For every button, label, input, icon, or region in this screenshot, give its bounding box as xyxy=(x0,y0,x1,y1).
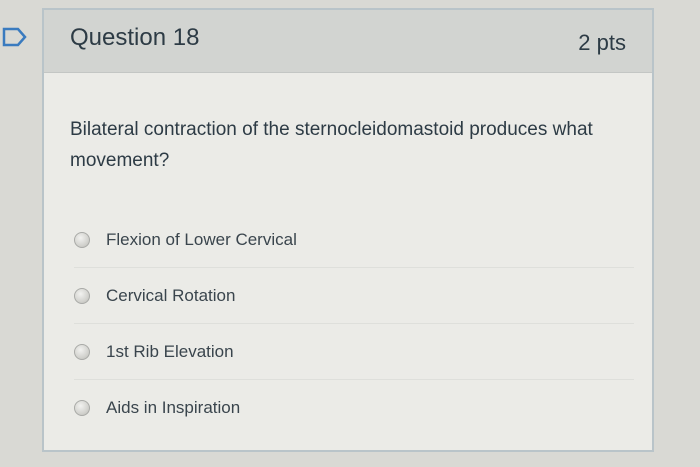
radio-button-icon[interactable] xyxy=(74,231,90,248)
radio-button-icon[interactable] xyxy=(74,399,90,416)
bookmark-flag-icon[interactable] xyxy=(0,26,30,48)
question-card: Question 18 2 pts Bilateral contraction … xyxy=(42,8,654,452)
answer-label: Aids in Inspiration xyxy=(106,397,241,417)
answer-option-1[interactable]: Flexion of Lower Cervical xyxy=(74,212,634,267)
answer-option-3[interactable]: 1st Rib Elevation xyxy=(74,323,634,379)
radio-button-icon[interactable] xyxy=(74,343,90,360)
answer-option-2[interactable]: Cervical Rotation xyxy=(74,267,634,323)
answer-label: Flexion of Lower Cervical xyxy=(106,229,297,249)
answer-list: Flexion of Lower Cervical Cervical Rotat… xyxy=(74,212,634,435)
radio-button-icon[interactable] xyxy=(74,287,90,304)
answer-label: Cervical Rotation xyxy=(106,285,236,305)
question-title: Question 18 xyxy=(70,24,200,51)
question-text: Bilateral contraction of the sternocleid… xyxy=(70,119,593,171)
question-points: 2 pts xyxy=(578,30,626,55)
question-header: Question 18 2 pts xyxy=(44,10,652,73)
answer-label: 1st Rib Elevation xyxy=(106,341,234,361)
answer-option-4[interactable]: Aids in Inspiration xyxy=(74,379,634,435)
